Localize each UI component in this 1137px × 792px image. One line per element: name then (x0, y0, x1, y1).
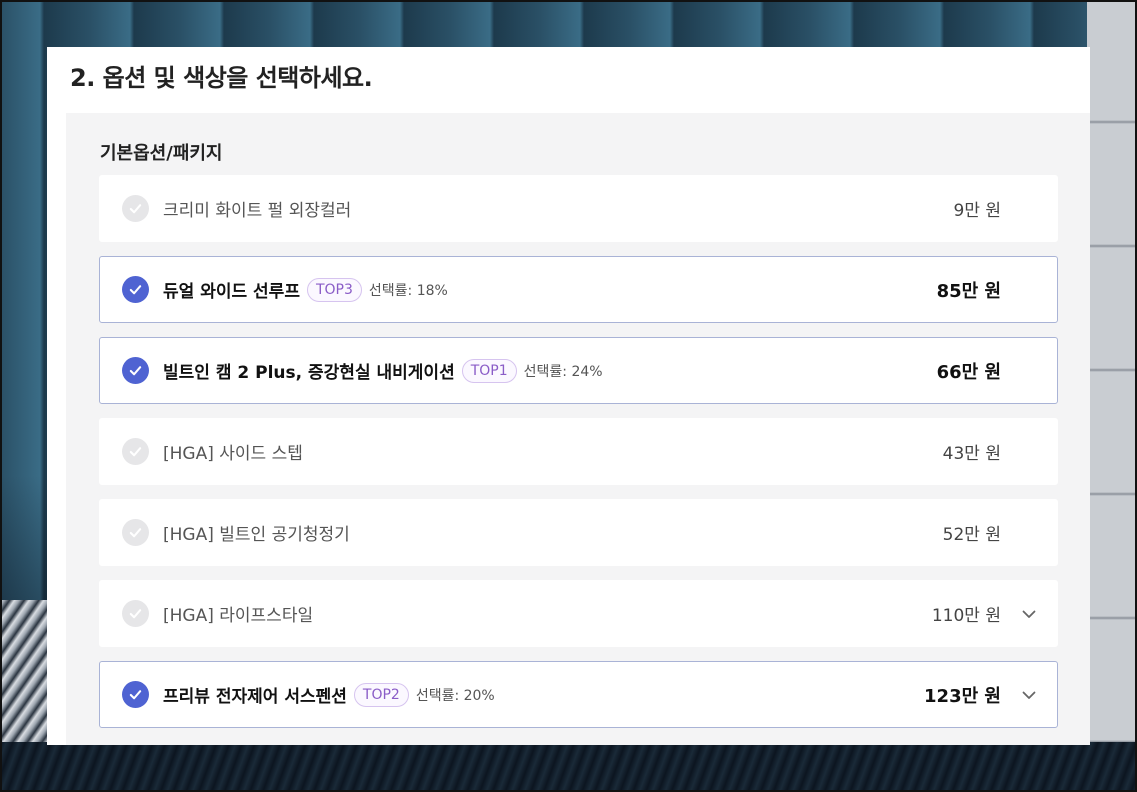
option-price: 66만 원 (936, 361, 1001, 383)
option-selection-panel: 2. 옵션 및 색상을 선택하세요. 기본옵션/패키지 크리미 화이트 펄 외장… (47, 47, 1090, 745)
option-label: [HGA] 빌트인 공기청정기 (163, 525, 350, 545)
check-icon[interactable] (122, 519, 149, 546)
option-label: [HGA] 라이프스타일 (163, 606, 314, 626)
option-label: 크리미 화이트 펄 외장컬러 (163, 201, 352, 221)
section-title: 2. 옵션 및 색상을 선택하세요. (70, 64, 373, 92)
option-price: 52만 원 (942, 525, 1001, 545)
rank-badge: TOP2 (353, 682, 409, 707)
option-label: 프리뷰 전자제어 서스펜션 (163, 687, 347, 707)
selection-rate: 선택률: 24% (523, 363, 603, 380)
check-icon[interactable] (122, 681, 149, 708)
option-price: 43만 원 (942, 444, 1001, 464)
option-row[interactable]: 듀얼 와이드 선루프 TOP3 선택률: 18% 85만 원 (99, 256, 1058, 323)
option-row[interactable]: 크리미 화이트 펄 외장컬러 9만 원 (99, 175, 1058, 242)
group-title: 기본옵션/패키지 (100, 143, 223, 164)
option-label: 듀얼 와이드 선루프 (163, 282, 300, 302)
check-icon[interactable] (122, 438, 149, 465)
chevron-down-icon[interactable] (1019, 604, 1039, 624)
option-name: 프리뷰 전자제어 서스펜션 TOP2 선택률: 20% (163, 682, 495, 707)
selection-rate: 선택률: 20% (415, 687, 495, 704)
background-building (1087, 0, 1137, 792)
option-name: [HGA] 빌트인 공기청정기 (163, 520, 350, 545)
option-list: 크리미 화이트 펄 외장컬러 9만 원듀얼 와이드 선루프 TOP3 선택률: 18%… (99, 175, 1058, 742)
check-icon[interactable] (122, 195, 149, 222)
option-row[interactable]: [HGA] 빌트인 공기청정기 52만 원 (99, 499, 1058, 566)
rank-badge: TOP1 (461, 358, 517, 383)
option-label: [HGA] 사이드 스텝 (163, 444, 303, 464)
option-name: 듀얼 와이드 선루프 TOP3 선택률: 18% (163, 277, 448, 302)
option-label: 빌트인 캠 2 Plus, 증강현실 내비게이션 (163, 363, 455, 383)
option-name: 빌트인 캠 2 Plus, 증강현실 내비게이션 TOP1 선택률: 24% (163, 358, 603, 383)
option-price: 110만 원 (931, 606, 1001, 626)
background-car-hood (0, 742, 1137, 792)
background-car-grill (0, 600, 48, 750)
option-name: [HGA] 사이드 스텝 (163, 439, 303, 464)
check-icon[interactable] (122, 276, 149, 303)
check-icon[interactable] (122, 357, 149, 384)
option-price: 123만 원 (924, 685, 1001, 707)
option-price: 85만 원 (936, 280, 1001, 302)
option-row[interactable]: [HGA] 사이드 스텝 43만 원 (99, 418, 1058, 485)
option-price: 9만 원 (953, 201, 1002, 221)
option-row[interactable]: [HGA] 라이프스타일 110만 원 (99, 580, 1058, 647)
option-row[interactable]: 프리뷰 전자제어 서스펜션 TOP2 선택률: 20% 123만 원 (99, 661, 1058, 728)
option-row[interactable]: 빌트인 캠 2 Plus, 증강현실 내비게이션 TOP1 선택률: 24% 66만 … (99, 337, 1058, 404)
selection-rate: 선택률: 18% (368, 282, 448, 299)
check-icon[interactable] (122, 600, 149, 627)
option-name: 크리미 화이트 펄 외장컬러 (163, 196, 351, 221)
rank-badge: TOP3 (306, 277, 362, 302)
option-group-box: 기본옵션/패키지 크리미 화이트 펄 외장컬러 9만 원듀얼 와이드 선루프 TOP… (66, 113, 1090, 745)
option-name: [HGA] 라이프스타일 (163, 601, 313, 626)
chevron-down-icon[interactable] (1019, 685, 1039, 705)
